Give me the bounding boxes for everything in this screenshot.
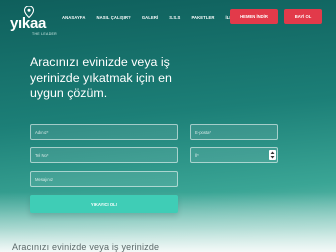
nav-item-packages[interactable]: PAKETLER <box>191 15 214 20</box>
brand-logo[interactable]: yıkaa THE LEADER <box>10 6 58 38</box>
name-field[interactable]: Adınız* <box>30 124 178 140</box>
name-placeholder: Adınız* <box>35 129 49 135</box>
city-selected-value: İl* <box>195 152 199 158</box>
nav-item-faq[interactable]: S.S.S <box>169 15 180 20</box>
footer-text-fragment: Aracınızı evinizde veya iş yerinizde <box>12 242 160 252</box>
email-placeholder: E-posta* <box>195 129 212 135</box>
brand-name: yıkaa <box>10 15 47 32</box>
phone-placeholder: Tel No* <box>35 152 49 158</box>
headline-line-3: uygun çözüm. <box>30 86 108 100</box>
message-placeholder: Mesajınız <box>35 176 53 182</box>
become-dealer-button[interactable]: BAYİ OL <box>284 9 322 24</box>
brand-tagline: THE LEADER <box>32 32 57 36</box>
message-field[interactable]: Mesajınız <box>30 171 178 187</box>
nav-item-home[interactable]: ANASAYFA <box>62 15 85 20</box>
email-field[interactable]: E-posta* <box>190 124 278 140</box>
hero-headline: Aracınızı evinizde veya iş yerinizde yık… <box>30 55 200 102</box>
phone-field[interactable]: Tel No* <box>30 147 178 163</box>
nav-item-gallery[interactable]: GALERİ <box>142 15 158 20</box>
main-nav: ANASAYFA NASIL ÇALIŞIR? GALERİ S.S.S PAK… <box>62 15 255 20</box>
headline-line-1: Aracınızı evinizde veya iş <box>30 55 170 69</box>
submit-button[interactable]: YIKAYICI OL! <box>30 195 178 213</box>
headline-line-2: yerinizde yıkatmak için en <box>30 70 172 85</box>
select-arrows-icon <box>269 150 276 160</box>
nav-item-how-it-works[interactable]: NASIL ÇALIŞIR? <box>96 15 130 20</box>
city-select[interactable]: İl* <box>190 147 278 163</box>
download-now-button[interactable]: HEMEN İNDİR <box>230 9 278 24</box>
